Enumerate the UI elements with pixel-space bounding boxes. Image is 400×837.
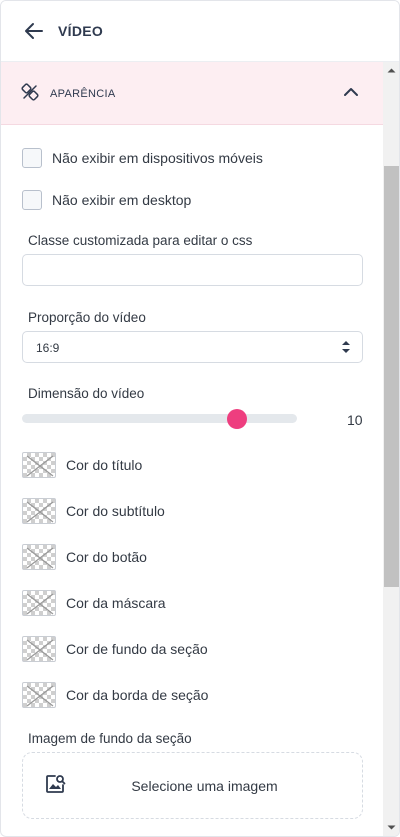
title-color-picker[interactable]: Cor do título bbox=[22, 452, 142, 478]
back-arrow-icon[interactable] bbox=[23, 20, 45, 42]
color-label: Cor do título bbox=[66, 457, 143, 473]
button-color-picker[interactable]: Cor do botão bbox=[22, 544, 147, 570]
proportion-label: Proporção do vídeo bbox=[28, 310, 146, 325]
checkbox[interactable] bbox=[22, 190, 42, 210]
background-image-label: Imagem de fundo da seção bbox=[28, 731, 192, 746]
color-label: Cor de fundo da seção bbox=[66, 641, 208, 657]
hide-on-mobile-checkbox[interactable]: Não exibir em dispositivos móveis bbox=[22, 148, 263, 168]
section-border-color-picker[interactable]: Cor da borda de seção bbox=[22, 682, 208, 708]
checkbox-label: Não exibir em dispositivos móveis bbox=[52, 150, 263, 166]
panel-header: VÍDEO bbox=[1, 1, 399, 62]
transparent-color-swatch[interactable] bbox=[22, 452, 56, 478]
checkbox[interactable] bbox=[22, 148, 42, 168]
transparent-color-swatch[interactable] bbox=[22, 544, 56, 570]
dimension-slider-thumb[interactable] bbox=[226, 409, 247, 429]
design-tools-icon bbox=[21, 83, 39, 101]
proportion-select[interactable]: 16:9 bbox=[22, 331, 363, 363]
page-title: VÍDEO bbox=[58, 23, 104, 39]
scrollbar-thumb[interactable] bbox=[384, 166, 399, 587]
scroll-down-arrow-icon[interactable] bbox=[383, 819, 399, 836]
css-class-label: Classe customizada para editar o css bbox=[28, 233, 253, 248]
subtitle-color-picker[interactable]: Cor do subtítulo bbox=[22, 498, 165, 524]
select-image-label: Selecione uma imagem bbox=[131, 778, 278, 794]
transparent-color-swatch[interactable] bbox=[22, 682, 56, 708]
transparent-color-swatch[interactable] bbox=[22, 636, 56, 662]
css-class-input[interactable] bbox=[22, 254, 363, 286]
select-image-button[interactable]: Selecione uma imagem bbox=[22, 752, 363, 819]
section-title: APARÊNCIA bbox=[50, 88, 116, 100]
mask-color-picker[interactable]: Cor da máscara bbox=[22, 590, 166, 616]
checkbox-label: Não exibir em desktop bbox=[52, 192, 192, 208]
dimension-slider-track[interactable] bbox=[22, 414, 297, 423]
hide-on-desktop-checkbox[interactable]: Não exibir em desktop bbox=[22, 190, 191, 210]
proportion-value: 16:9 bbox=[36, 341, 60, 355]
color-label: Cor do botão bbox=[66, 549, 147, 565]
select-arrows-icon bbox=[341, 340, 351, 354]
color-label: Cor do subtítulo bbox=[66, 503, 165, 519]
transparent-color-swatch[interactable] bbox=[22, 590, 56, 616]
color-label: Cor da borda de seção bbox=[66, 687, 209, 703]
section-background-color-picker[interactable]: Cor de fundo da seção bbox=[22, 636, 208, 662]
color-label: Cor da máscara bbox=[66, 595, 166, 611]
dimension-value: 10 bbox=[347, 412, 363, 428]
video-settings-panel: VÍDEO APARÊNCIA Não exibir em dispositiv… bbox=[0, 0, 400, 837]
chevron-up-icon[interactable] bbox=[343, 85, 359, 99]
transparent-color-swatch[interactable] bbox=[22, 498, 56, 524]
dimension-label: Dimensão do vídeo bbox=[28, 386, 145, 401]
scroll-up-arrow-icon[interactable] bbox=[383, 62, 399, 79]
